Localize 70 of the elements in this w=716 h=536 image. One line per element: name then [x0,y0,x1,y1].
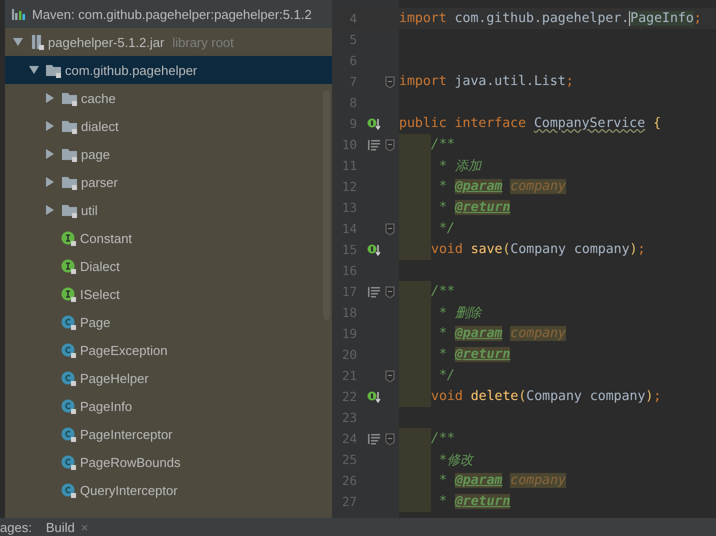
tree-item[interactable]: PageInfo [5,392,332,420]
collapsed-arrow-icon [45,121,55,131]
implemented-marker-icon [367,390,381,404]
code-line: import java.util.List; [399,74,574,89]
tree-item[interactable]: com.github.pagehelper [5,56,332,84]
code-line: /** [431,284,455,299]
code-line: public interface CompanyService { [399,116,662,131]
class-icon [61,370,77,386]
code-line: * @param company [438,473,566,488]
expanded-arrow-icon [13,37,23,47]
rendered-doc-icon [367,138,381,152]
collapsed-arrow-icon [45,177,55,187]
tree-item[interactable]: Page [5,308,332,336]
tree-item[interactable]: PageInterceptor [5,420,332,448]
code-line: */ [438,221,455,236]
tree-item[interactable]: QueryInterceptor [5,476,332,504]
class-icon [61,342,77,358]
class-icon [61,426,77,442]
code-line: void save(Company company); [431,242,646,257]
class-icon [61,454,77,470]
panel-label: ages: [0,520,32,534]
tree-item[interactable]: dialect [5,112,332,140]
code-line: *修改 [438,452,473,468]
code-line: * @return [438,200,510,215]
code-line: /** [431,137,455,152]
library-icon [11,7,25,21]
code-line: * @return [438,494,510,509]
collapsed-arrow-icon [45,93,55,103]
code-line: import com.github.pagehelper.PageInfo; [399,11,702,26]
tree-item[interactable]: cache [5,84,332,112]
folder-icon [61,90,78,106]
folder-icon [61,174,78,190]
tree-item[interactable]: Dialect [5,252,332,280]
code-line: * @param company [438,179,566,194]
code-line: * 删除 [438,304,481,322]
code-line: /** [431,431,455,446]
tree-item[interactable]: PageHelper [5,364,332,392]
implemented-marker-icon [367,242,381,256]
code-line: */ [438,368,455,383]
implemented-marker-icon [367,116,381,130]
folder-icon [61,202,78,218]
interface-icon [61,286,77,302]
tree-item[interactable]: PageException [5,336,332,364]
tool-tab[interactable]: Build [46,520,75,534]
tree-item[interactable]: pagehelper-5.1.2.jar library root [5,28,332,56]
rendered-doc-icon [367,432,381,446]
class-icon [61,482,77,498]
tree-item[interactable]: parser [5,168,332,196]
expanded-arrow-icon [29,65,39,75]
class-icon [61,398,77,414]
rendered-doc-icon [367,284,381,298]
class-icon [61,314,77,330]
collapsed-arrow-icon [45,205,55,215]
interface-icon [61,258,77,274]
folder-icon [61,118,78,134]
collapsed-arrow-icon [45,149,55,159]
tree-item[interactable]: PageRowBounds [5,448,332,476]
folder-icon [45,62,62,78]
code-line: * @return [438,347,510,362]
code-line: void delete(Company company); [431,389,662,404]
code-line: * 添加 [438,158,481,174]
tree-item[interactable]: Constant [5,224,332,252]
code-line: * @param company [438,326,566,341]
tree-item[interactable]: page [5,140,332,168]
interface-icon [61,230,77,246]
library-title: Maven: com.github.pagehelper:pagehelper:5.1.2 [32,6,312,22]
archive-icon [29,34,45,50]
tree-item[interactable]: ISelect [5,280,332,308]
tree-item[interactable]: util [5,196,332,224]
folder-icon [61,146,78,162]
